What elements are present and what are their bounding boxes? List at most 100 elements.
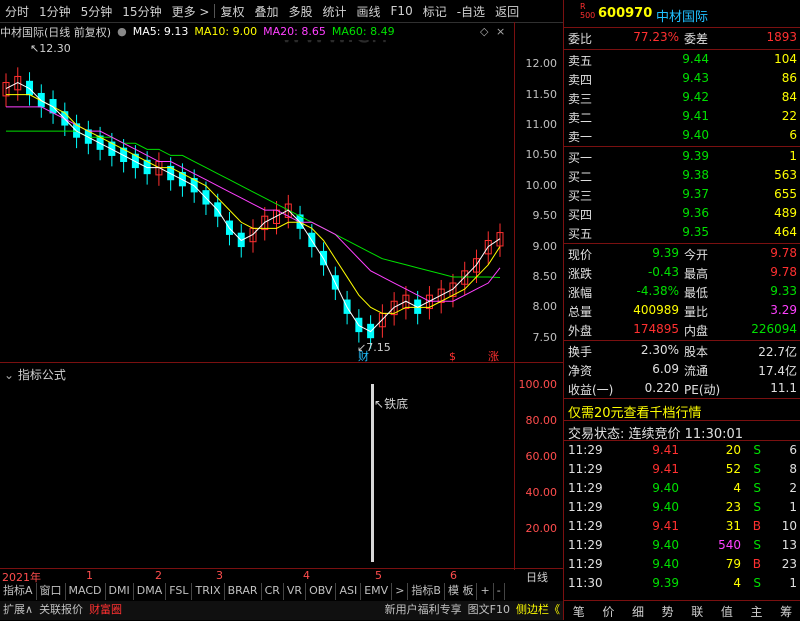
stat-row: 外盘 174895 内盘 226094 (564, 321, 800, 340)
indicator-tab-5[interactable]: FSL (166, 583, 193, 600)
indicator-tab-9[interactable]: VR (284, 583, 307, 600)
indicator-tab-0[interactable]: 指标A (0, 583, 37, 600)
sub-tick: 80.00 (525, 414, 558, 427)
bottom-left-2[interactable]: 财富圈 (86, 601, 125, 620)
period-toolbar: 分时 1分钟 5分钟 15分钟 更多 > 复权 叠加 多股 统计 画线 F10 标记 -自选 返回 (0, 0, 563, 23)
trade-row: 11:29 9.40 23 S 1 (564, 499, 800, 518)
toolbar-item-13[interactable]: 返回 (490, 3, 524, 20)
settings-dot-icon[interactable]: ● (117, 25, 127, 38)
panel-divider (0, 362, 563, 363)
trade-time: 11:29 (568, 557, 603, 571)
cai-marker[interactable]: 财 (358, 349, 369, 362)
toolbar-item-9[interactable]: 画线 (352, 3, 386, 20)
zhang-marker[interactable]: 涨 (488, 350, 499, 362)
weicha-value: 1893 (766, 30, 797, 44)
toolbar-item-3[interactable]: 15分钟 (117, 3, 166, 20)
stat-value: 0.220 (644, 381, 679, 395)
quote-tab-1[interactable]: 价 (602, 603, 614, 620)
indicator-tab-10[interactable]: OBV (306, 583, 337, 600)
toolbar-item-0[interactable]: 分时 (0, 3, 34, 20)
bid-volume: 489 (774, 206, 797, 220)
stat-label: 内盘 (684, 324, 709, 338)
stat-label: 股本 (684, 345, 709, 359)
stat-label: 涨跌 (568, 267, 593, 281)
bottom-right-1[interactable]: 图文F10 (465, 601, 513, 620)
stat-value: 9.33 (770, 284, 797, 298)
stat-value: 9.78 (770, 246, 797, 260)
chart-info-line: 中材国际(日线 前复权) ● MA5: 9.13 MA10: 9.00 MA20… (0, 23, 514, 40)
trade-price: 9.40 (652, 538, 679, 552)
indicator-tab-4[interactable]: DMA (134, 583, 167, 600)
quote-tab-7[interactable]: 筹 (780, 603, 792, 620)
quote-tab-2[interactable]: 细 (632, 603, 644, 620)
trade-row: 11:29 9.40 79 B 23 (564, 556, 800, 575)
ask-volume: 6 (789, 128, 797, 142)
toolbar-item-6[interactable]: 叠加 (249, 3, 283, 20)
toolbar-item-1[interactable]: 1分钟 (34, 3, 76, 20)
bid-volume: 655 (774, 187, 797, 201)
price-tick: 9.50 (532, 209, 558, 223)
bottom-right-2[interactable]: 侧边栏《 (513, 601, 563, 620)
toolbar-item-4[interactable]: 更多 > (167, 3, 215, 20)
indicator-tab-1[interactable]: 窗口 (37, 583, 66, 600)
indicator-tab-11[interactable]: ASI (336, 583, 362, 600)
ma5-line (5, 81, 501, 333)
toolbar-item-2[interactable]: 5分钟 (76, 3, 118, 20)
month-tick: 3 (216, 569, 223, 582)
divider (564, 146, 800, 147)
bottom-left-1[interactable]: 关联报价 (36, 601, 86, 620)
indicator-tab-13[interactable]: > (392, 583, 409, 600)
indicator-tab-14[interactable]: 指标B (408, 583, 445, 600)
trade-count: 8 (789, 462, 797, 476)
bottom-left-0[interactable]: 扩展∧ (0, 601, 36, 620)
trade-row: 11:29 9.41 31 B 10 (564, 518, 800, 537)
ask-price: 9.43 (682, 71, 709, 85)
indicator-tab-2[interactable]: MACD (66, 583, 106, 600)
toolbar-item-5[interactable]: 复权 (215, 3, 249, 20)
tiedi-label: ↖铁底 (374, 397, 409, 411)
bid-price: 9.37 (682, 187, 709, 201)
quote-tabs: 笔价 细 势联 值 主筹 (564, 600, 800, 621)
close-icon[interactable]: × (496, 25, 505, 38)
indicator-tab-12[interactable]: EMV (361, 583, 393, 600)
indicator-tab-7[interactable]: BRAR (225, 583, 262, 600)
toolbar-item-10[interactable]: F10 (386, 4, 418, 18)
indicator-tab-15[interactable]: 模 板 (445, 583, 478, 600)
trade-volume: 20 (725, 443, 741, 457)
divider (564, 27, 800, 28)
stat2-row: 净资 6.09 流通 17.4亿 (564, 361, 800, 380)
quote-tab-4[interactable]: 联 (691, 603, 703, 620)
promo-row[interactable]: 仅需20元查看千档行情 (564, 401, 800, 421)
trade-volume: 52 (725, 462, 741, 476)
stat-label: 净资 (568, 364, 593, 378)
toolbar-item-12[interactable]: -自选 (452, 3, 490, 20)
indicator-tab-6[interactable]: TRIX (192, 583, 225, 600)
bottom-right-0[interactable]: 新用户福利专享 (382, 601, 465, 620)
candlestick-chart[interactable]: ↖12.30↙7.15财$涨www.cn (0, 40, 514, 362)
indicator-tab-3[interactable]: DMI (106, 583, 134, 600)
toolbar-item-7[interactable]: 多股 (283, 3, 317, 20)
ma5-label: MA5: 9.13 (132, 25, 189, 38)
price-tick: 8.50 (532, 269, 558, 283)
toolbar-item-8[interactable]: 统计 (318, 3, 352, 20)
divider (564, 340, 800, 341)
indicator-tab-8[interactable]: CR (262, 583, 284, 600)
quote-tab-5[interactable]: 值 (721, 603, 733, 620)
indicator-tab-17[interactable]: - (494, 583, 505, 600)
month-tick: 2 (155, 569, 162, 582)
trade-count: 2 (789, 481, 797, 495)
toolbar-item-11[interactable]: 标记 (418, 3, 452, 20)
quote-tab-6[interactable]: 主 (751, 603, 763, 620)
sub-tick: 20.00 (525, 522, 558, 535)
bid-volume: 464 (774, 225, 797, 239)
chevron-down-icon[interactable]: ⌄ (4, 368, 14, 382)
sub-panel-header[interactable]: ⌄ 指标公式 (4, 366, 66, 383)
indicator-tab-16[interactable]: + (477, 583, 494, 600)
bid-price: 9.36 (682, 206, 709, 220)
stat-value: 3.29 (770, 303, 797, 317)
bid-row: 买一 9.39 1 (564, 148, 800, 167)
diamond-icon[interactable]: ◇ (480, 25, 488, 38)
quote-tab-3[interactable]: 势 (662, 603, 674, 620)
quote-tab-0[interactable]: 笔 (573, 603, 585, 620)
s-marker[interactable]: $ (449, 350, 456, 362)
